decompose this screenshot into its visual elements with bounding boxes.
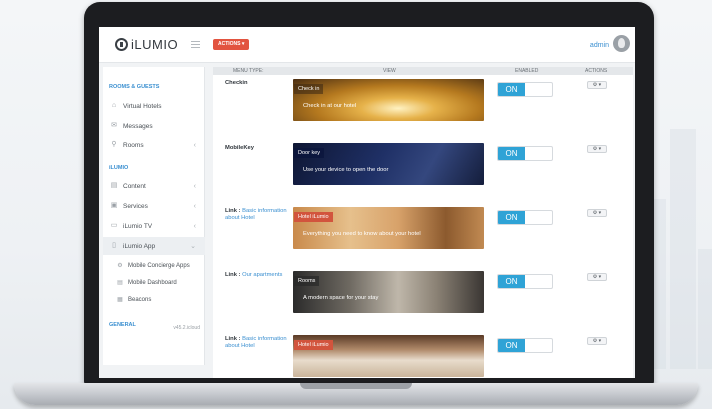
logo-mark-icon — [115, 38, 128, 51]
table-row: Checkin Check in Check in at our hotel O… — [213, 79, 633, 143]
view-thumbnail[interactable]: Door key Use your device to open the doo… — [293, 143, 484, 185]
top-bar: iLUMIO ACTIONS ▾ admin — [99, 27, 635, 63]
menu-type-label: Checkin — [225, 80, 248, 86]
column-header-actions: ACTIONS — [585, 68, 608, 74]
row-actions-button[interactable]: ⚙ ▾ — [587, 145, 607, 153]
sidebar-item-label: iLumio App — [123, 242, 156, 250]
sidebar-subitem-mobile-dashboard[interactable]: ▤ Mobile Dashboard — [103, 276, 205, 290]
avatar[interactable] — [613, 35, 630, 52]
enabled-toggle[interactable]: ON — [497, 210, 553, 225]
table-row: Link : Basic information about Hotel Hot… — [213, 335, 633, 378]
sidebar-subitem-label: Mobile Dashboard — [128, 280, 177, 286]
sidebar-item-label: Messages — [123, 122, 153, 130]
logo-text: iLUMIO — [131, 37, 179, 52]
services-icon: ▣ — [110, 202, 118, 209]
chevron-left-icon: ‹ — [193, 141, 196, 149]
sidebar-item-content[interactable]: ▤ Content ‹ — [103, 177, 205, 195]
thumbnail-subtitle: A modern space for your stay — [303, 295, 379, 301]
actions-button[interactable]: ACTIONS ▾ — [213, 39, 250, 50]
enabled-toggle[interactable]: ON — [497, 146, 553, 161]
thumbnail-subtitle: Everything you need to know about your h… — [303, 231, 421, 237]
chevron-down-icon: ⌄ — [190, 243, 196, 250]
thumbnail-tag: Door key — [294, 148, 325, 158]
menu-type-label: Link : Basic information about Hotel — [225, 336, 287, 350]
sidebar-section-general: GENERAL — [109, 322, 136, 328]
table-row: Link : Basic information about Hotel Hot… — [213, 207, 633, 271]
column-header-view: VIEW — [383, 68, 396, 74]
view-thumbnail[interactable]: Hotel iLumio — [293, 335, 484, 377]
link-target[interactable]: Our apartments — [242, 272, 282, 278]
column-header-enabled: ENABLED — [515, 68, 539, 74]
table-header: MENU TYPE: VIEW ENABLED ACTIONS — [213, 67, 633, 75]
enabled-toggle[interactable]: ON — [497, 338, 553, 353]
sidebar-item-label: iLumio TV — [123, 222, 153, 230]
enabled-toggle[interactable]: ON — [497, 82, 553, 97]
link-prefix: Link : — [225, 272, 243, 278]
table-row: Link : Our apartments Rooms A modern spa… — [213, 271, 633, 335]
sidebar-item-label: Rooms — [123, 141, 144, 149]
sidebar-item-services[interactable]: ▣ Services ‹ — [103, 197, 205, 215]
sidebar-item-label: Services — [123, 202, 148, 210]
admin-user-link[interactable]: admin — [590, 42, 609, 49]
row-actions-button[interactable]: ⚙ ▾ — [587, 273, 607, 281]
sidebar-item-ilumio-app[interactable]: ▯ iLumio App ⌄ — [103, 237, 205, 255]
view-thumbnail[interactable]: Hotel iLumio Everything you need to know… — [293, 207, 484, 249]
sidebar-section-rooms-guests: ROOMS & GUESTS — [109, 84, 160, 90]
sidebar-item-label: Virtual Hotels — [123, 102, 162, 110]
sidebar-item-label: Content — [123, 182, 146, 190]
document-icon: ▤ — [117, 280, 123, 286]
menu-type-label: MobileKey — [225, 145, 254, 151]
sidebar-subitem-beacons[interactable]: ▦ Beacons — [103, 293, 205, 307]
sidebar-subitem-label: Beacons — [128, 297, 152, 303]
ilumio-logo[interactable]: iLUMIO — [115, 37, 178, 52]
laptop-notch — [300, 383, 412, 389]
column-header-menu-type: MENU TYPE: — [233, 68, 264, 74]
thumbnail-tag: Check in — [294, 84, 324, 94]
thumbnail-tag: Hotel iLumio — [294, 212, 333, 222]
thumbnail-tag: Rooms — [294, 276, 320, 286]
sidebar-subitem-label: Mobile Concierge Apps — [128, 263, 190, 269]
menu-toggle-icon[interactable] — [191, 41, 200, 48]
thumbnail-subtitle: Use your device to open the door — [303, 167, 389, 173]
key-icon: ⚲ — [111, 141, 117, 148]
app-screen: iLUMIO ACTIONS ▾ admin ROOMS & GUESTS ⌂ … — [99, 27, 635, 378]
view-thumbnail[interactable]: Check in Check in at our hotel — [293, 79, 484, 121]
menu-type-label: Link : Our apartments — [225, 272, 287, 279]
gear-icon: ⚙ — [117, 263, 123, 269]
version-label: v45.2.icloud — [173, 325, 200, 331]
row-actions-button[interactable]: ⚙ ▾ — [587, 209, 607, 217]
thumbnail-tag: Hotel iLumio — [294, 340, 333, 350]
sidebar: ROOMS & GUESTS ⌂ Virtual Hotels ✉ Messag… — [103, 67, 205, 365]
table-row: MobileKey Door key Use your device to op… — [213, 143, 633, 207]
link-prefix: Link : — [225, 336, 243, 342]
envelope-icon: ✉ — [111, 122, 117, 129]
chevron-left-icon: ‹ — [193, 182, 196, 190]
tv-icon: ▭ — [110, 222, 118, 229]
sidebar-item-ilumio-tv[interactable]: ▭ iLumio TV ‹ — [103, 217, 205, 235]
sidebar-item-rooms[interactable]: ⚲ Rooms ‹ — [103, 136, 205, 154]
row-actions-button[interactable]: ⚙ ▾ — [587, 337, 607, 345]
enabled-toggle[interactable]: ON — [497, 274, 553, 289]
row-actions-button[interactable]: ⚙ ▾ — [587, 81, 607, 89]
mobile-icon: ▯ — [112, 242, 116, 249]
link-prefix: Link : — [225, 208, 243, 214]
sidebar-item-virtual-hotels[interactable]: ⌂ Virtual Hotels — [103, 97, 205, 115]
home-icon: ⌂ — [111, 102, 117, 109]
sidebar-section-ilumio: iLUMIO — [109, 165, 129, 171]
menu-type-label: Link : Basic information about Hotel — [225, 208, 287, 222]
thumbnail-subtitle: Check in at our hotel — [303, 103, 357, 109]
sidebar-item-messages[interactable]: ✉ Messages — [103, 117, 205, 135]
main-content: MENU TYPE: VIEW ENABLED ACTIONS Checkin … — [213, 67, 633, 378]
content-icon: ▤ — [110, 182, 118, 189]
beacon-icon: ▦ — [117, 297, 123, 303]
chevron-left-icon: ‹ — [193, 222, 196, 230]
chevron-left-icon: ‹ — [193, 202, 196, 210]
view-thumbnail[interactable]: Rooms A modern space for your stay — [293, 271, 484, 313]
sidebar-subitem-mobile-concierge[interactable]: ⚙ Mobile Concierge Apps — [103, 259, 205, 273]
